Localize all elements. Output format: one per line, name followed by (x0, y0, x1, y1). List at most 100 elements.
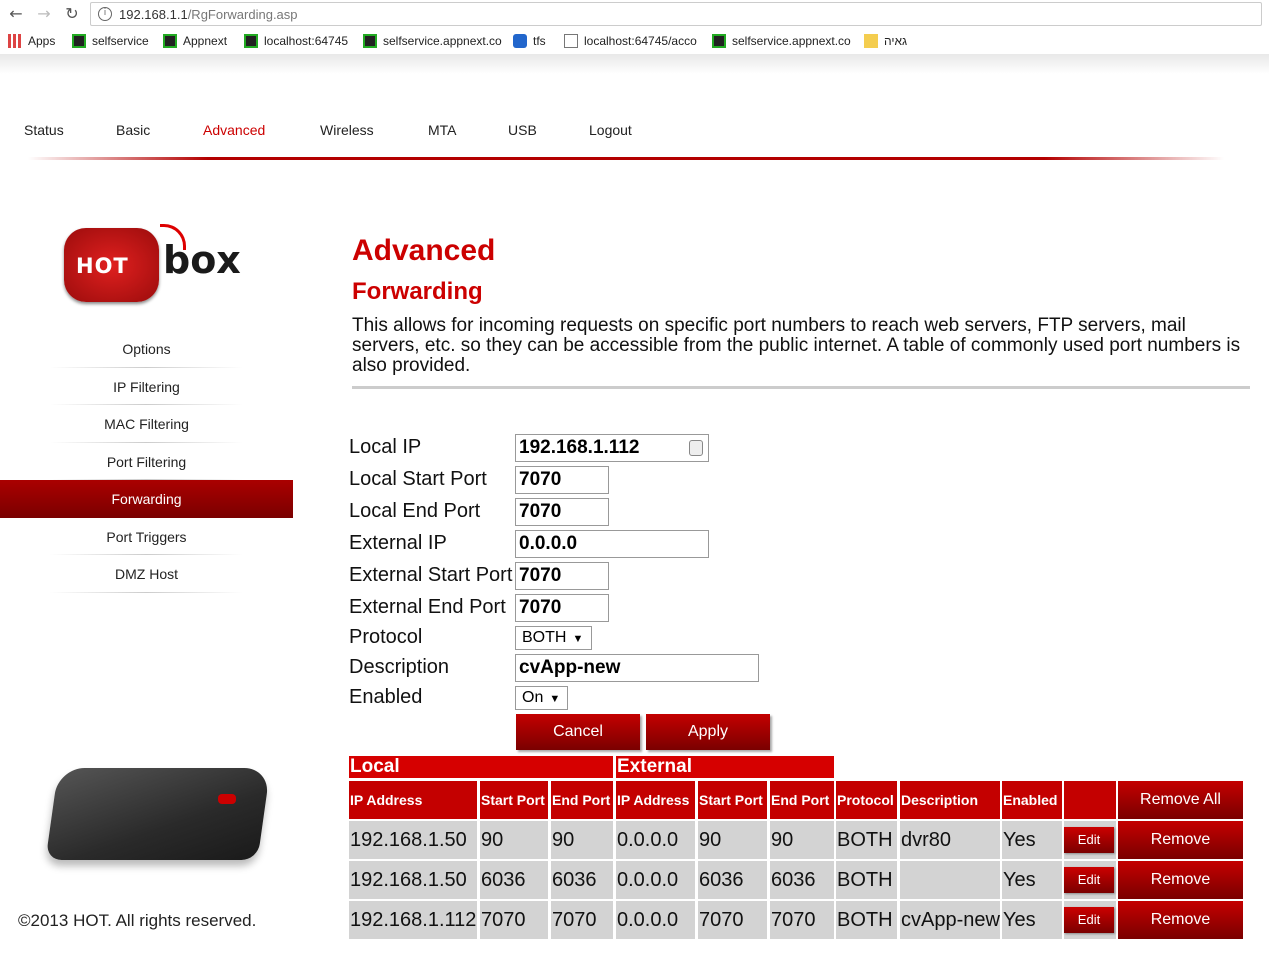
external-end-port-field[interactable]: 7070 (515, 594, 609, 622)
site-favicon-icon (244, 34, 258, 48)
table-cell: 7070 (698, 901, 767, 939)
autofill-key-icon[interactable] (689, 440, 703, 456)
enabled-select[interactable]: On ▼ (515, 686, 568, 710)
table-cell: 6036 (770, 861, 834, 899)
hotbox-logo: HOT box (62, 224, 242, 306)
bookmark-appnext[interactable]: Appnext (163, 34, 227, 48)
back-icon[interactable]: ← (6, 4, 26, 24)
edit-button[interactable]: Edit (1064, 867, 1114, 893)
dropdown-caret-icon: ▼ (572, 633, 584, 645)
header-external-ip: IP Address (616, 781, 695, 819)
table-group-external: External (616, 756, 834, 778)
table-cell: 192.168.1.50 (349, 861, 477, 899)
bookmark-selfservice-appnext[interactable]: selfservice.appnext.co (363, 34, 502, 48)
bookmark-label: localhost:64745/acco (584, 34, 697, 48)
bookmark-label: selfservice.appnext.co (383, 34, 502, 48)
bookmark-tfs[interactable]: tfs (513, 34, 546, 48)
router-led (218, 794, 236, 804)
local-ip-field[interactable]: 192.168.1.112 (515, 434, 709, 462)
bookmark-label: tfs (533, 34, 546, 48)
external-start-port-label: External Start Port (349, 564, 513, 586)
remove-button[interactable]: Remove (1118, 861, 1243, 899)
nav-usb[interactable]: USB (508, 122, 537, 138)
header-external-start-port: Start Port (698, 781, 767, 819)
edit-button[interactable]: Edit (1064, 907, 1114, 933)
local-end-port-field[interactable]: 7070 (515, 498, 609, 526)
sidebar-item-ip-filtering[interactable]: IP Filtering (0, 368, 293, 406)
bookmark-label: selfservice (92, 34, 149, 48)
remove-button[interactable]: Remove (1118, 821, 1243, 859)
bookmark-apps[interactable]: Apps (8, 34, 55, 48)
site-favicon-icon (72, 34, 86, 48)
table-cell: 90 (480, 821, 548, 859)
nav-logout[interactable]: Logout (589, 122, 632, 138)
logo-hot-text: HOT (76, 254, 129, 278)
table-cell (900, 861, 1000, 899)
table-cell: Yes (1002, 821, 1062, 859)
header-edit-column (1064, 781, 1116, 819)
bookmark-label: localhost:64745 (264, 34, 349, 48)
table-cell: 0.0.0.0 (616, 861, 695, 899)
protocol-value: BOTH (522, 629, 567, 646)
address-bar[interactable]: i 192.168.1.1/RgForwarding.asp (90, 2, 1262, 26)
edit-button[interactable]: Edit (1064, 827, 1114, 853)
bookmark-selfservice[interactable]: selfservice (72, 34, 149, 48)
table-cell: 7070 (551, 901, 613, 939)
nav-advanced[interactable]: Advanced (203, 122, 265, 138)
page-title: Advanced (352, 234, 496, 267)
remove-all-button[interactable]: Remove All (1118, 781, 1243, 819)
chrome-shadow (0, 54, 1269, 74)
table-cell: 0.0.0.0 (616, 821, 695, 859)
forward-icon[interactable]: → (34, 4, 54, 24)
sidebar-item-forwarding[interactable]: Forwarding (0, 480, 293, 518)
page-subtitle: Forwarding (352, 278, 483, 305)
content-divider (352, 386, 1250, 389)
local-end-port-label: Local End Port (349, 500, 481, 522)
external-end-port-label: External End Port (349, 596, 506, 618)
table-cell: dvr80 (900, 821, 1000, 859)
bookmark-folder[interactable]: גאיה (864, 34, 907, 48)
sidebar-item-mac-filtering[interactable]: MAC Filtering (0, 405, 293, 443)
header-enabled: Enabled (1002, 781, 1062, 819)
sidebar-item-dmz-host[interactable]: DMZ Host (0, 555, 293, 593)
enabled-label: Enabled (349, 686, 423, 708)
reload-icon[interactable]: ↻ (62, 4, 82, 24)
protocol-select[interactable]: BOTH ▼ (515, 626, 592, 650)
router-image (45, 760, 271, 870)
description-field[interactable]: cvApp-new (515, 654, 759, 682)
site-favicon-icon (163, 34, 177, 48)
sidebar-item-port-triggers[interactable]: Port Triggers (0, 518, 293, 556)
header-description: Description (900, 781, 1000, 819)
bookmark-localhost-acco[interactable]: localhost:64745/acco (564, 34, 697, 48)
external-start-port-field[interactable]: 7070 (515, 562, 609, 590)
sidebar-item-options[interactable]: Options (0, 330, 293, 368)
protocol-label: Protocol (349, 626, 423, 648)
nav-wireless[interactable]: Wireless (320, 122, 374, 138)
nav-divider (28, 157, 1224, 160)
bookmarks-bar: Apps selfservice Appnext localhost:64745… (0, 30, 1269, 54)
info-icon[interactable]: i (98, 7, 112, 21)
table-cell: BOTH (836, 821, 897, 859)
table-cell: 7070 (770, 901, 834, 939)
bookmark-label: Apps (28, 34, 56, 48)
sidebar-item-port-filtering[interactable]: Port Filtering (0, 443, 293, 481)
bookmark-label: Appnext (183, 34, 228, 48)
nav-mta[interactable]: MTA (428, 122, 457, 138)
header-local-ip: IP Address (349, 781, 477, 819)
table-cell: Yes (1002, 901, 1062, 939)
table-cell: BOTH (836, 861, 897, 899)
nav-status[interactable]: Status (24, 122, 64, 138)
remove-button[interactable]: Remove (1118, 901, 1243, 939)
nav-basic[interactable]: Basic (116, 122, 150, 138)
apply-button[interactable]: Apply (646, 714, 770, 750)
cancel-button[interactable]: Cancel (516, 714, 640, 750)
enabled-value: On (522, 689, 544, 706)
external-ip-field[interactable]: 0.0.0.0 (515, 530, 709, 558)
bookmark-selfservice-appnext-2[interactable]: selfservice.appnext.co (712, 34, 851, 48)
local-start-port-field[interactable]: 7070 (515, 466, 609, 494)
local-ip-label: Local IP (349, 436, 422, 458)
browser-toolbar: ← → ↻ i 192.168.1.1/RgForwarding.asp (0, 0, 1269, 29)
copyright-footer: ©2013 HOT. All rights reserved. (18, 911, 257, 930)
table-cell: 7070 (480, 901, 548, 939)
bookmark-localhost[interactable]: localhost:64745 (244, 34, 348, 48)
